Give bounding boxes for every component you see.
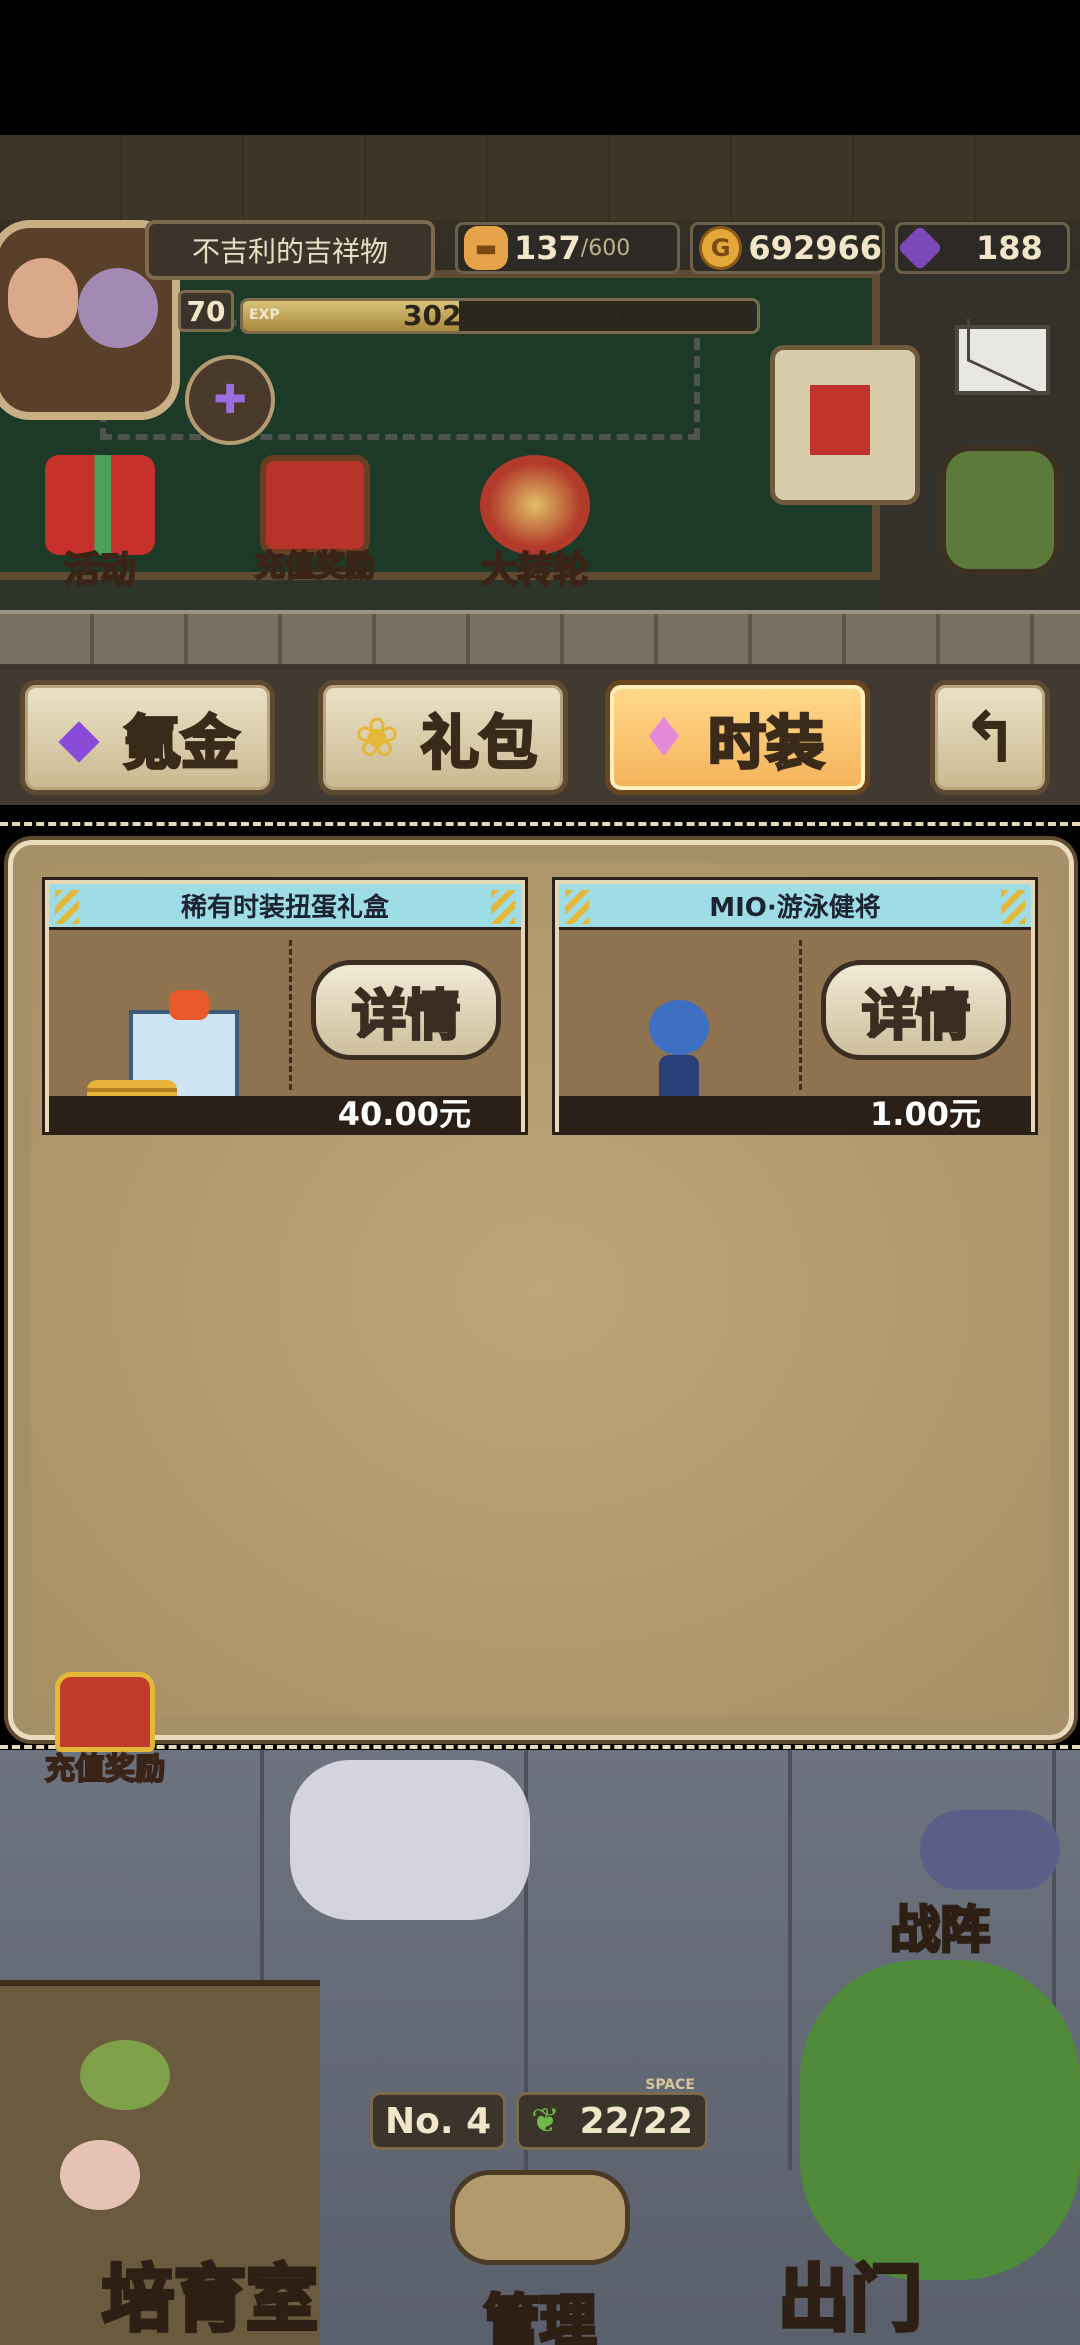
exp-label: EXP [249,307,280,323]
character-sprite[interactable] [290,1760,530,1920]
wall [0,135,1080,220]
character-head [649,1000,709,1055]
recharge-reward-label: 充值奖励 [254,548,376,585]
detail-button[interactable]: 详情 [821,960,1011,1060]
stamina-max: /600 [580,235,631,261]
formation-label: 战阵 [889,1899,992,1961]
shelf [0,610,1080,670]
back-button[interactable]: ↰ [930,680,1050,795]
tab-fashion[interactable]: ♦ 时装 [605,680,870,795]
activity-label: 活动 [63,548,137,592]
tab-gift-pack[interactable]: ❀ 礼包 [318,680,568,795]
floating-recharge-button[interactable]: 充值奖励 [30,1672,180,1792]
bow-icon [169,990,209,1020]
gem-value: 188 [976,229,1043,267]
player-name: 不吉利的吉祥物 [145,220,435,280]
tab-fashion-label: 时装 [706,707,825,778]
card-divider [799,940,802,1090]
dashed-border-top [0,822,1080,830]
gold-value: 692966 [748,229,882,267]
shop-item-title: MIO·游泳健将 [559,884,1031,930]
shop-item-price: 40.00元 [49,1096,521,1132]
egg-icon[interactable] [80,2040,170,2110]
detail-button[interactable]: 详情 [311,960,501,1060]
mail-icon[interactable] [955,325,1050,395]
backpack-icon[interactable] [940,445,1060,575]
bread-icon: ▬ [464,226,508,270]
shop-item-title: 稀有时装扭蛋礼盒 [49,884,521,930]
shop-item-card[interactable]: MIO·游泳健将 详情 1.00元 [555,880,1035,1132]
tab-krypton[interactable]: ◆ 氪金 [20,680,275,795]
back-arrow-icon: ↰ [960,696,1020,779]
formation-button[interactable]: 战阵 [860,1810,1070,1961]
room-number: No. 4 [370,2092,507,2150]
purple-gem-icon: ◆ [58,706,100,769]
nav-go-out-button[interactable]: 出门 [760,2240,940,2345]
player-level: 70 [178,290,234,332]
treasure-chest-icon [55,1672,155,1752]
manage-icon[interactable] [450,2170,630,2265]
egg-icon[interactable] [60,2140,140,2210]
tab-gift-pack-label: 礼包 [419,707,538,778]
activity-button[interactable]: 活动 [25,455,175,595]
card-divider [289,940,292,1090]
avatar-face-1 [8,258,78,338]
leaf-icon: ❦ [531,2101,560,2141]
game-screen: 不吉利的吉祥物 ▬ 137 /600 G 692966 188 70 EXP 3… [0,0,1080,2345]
tab-krypton-label: 氪金 [121,707,240,778]
recharge-reward-button[interactable]: 充值奖励 [240,455,390,595]
wheel-icon [480,455,590,555]
space-value: 22/22 [579,2100,693,2142]
stamina-counter[interactable]: ▬ 137 /600 [455,222,680,274]
gem-counter[interactable]: 188 [895,222,1070,274]
gift-bag-icon: ❀ [354,706,400,769]
space-label: SPACE [645,2077,695,2093]
big-wheel-button[interactable]: 大转轮 [460,455,610,595]
room-status: No. 4 SPACE ❦ 22/22 [370,2077,710,2150]
gem-plus-button[interactable]: ✚ [185,355,275,445]
avatar-face-2 [78,268,158,348]
top-black-bar [0,0,1080,135]
chest-clock-icon [260,455,370,555]
exp-value: 302832/71530 [403,299,628,332]
exp-bar: EXP 302832/71530 [240,298,760,334]
formation-characters-icon [920,1810,1060,1890]
shop-item-card[interactable]: 稀有时装扭蛋礼盒 详情 40.00元 [45,880,525,1132]
nav-manage-button[interactable]: 管理 [440,2265,640,2345]
big-wheel-label: 大转轮 [480,548,590,592]
quest-scroll-button[interactable] [770,345,920,505]
tree [800,1960,1080,2280]
nav-nursery-button[interactable]: 培育室 [70,2240,350,2345]
gold-coin-icon: G [699,226,743,270]
gold-counter[interactable]: G 692966 [690,222,885,274]
space-counter: SPACE ❦ 22/22 [516,2077,708,2150]
stamina-value: 137 [514,229,581,267]
purple-gem-icon [897,225,943,271]
floating-recharge-label: 充值奖励 [44,1751,166,1788]
clothes-hanger-icon: ♦ [639,706,689,769]
gift-icon [45,455,155,555]
shop-item-price: 1.00元 [559,1096,1031,1132]
